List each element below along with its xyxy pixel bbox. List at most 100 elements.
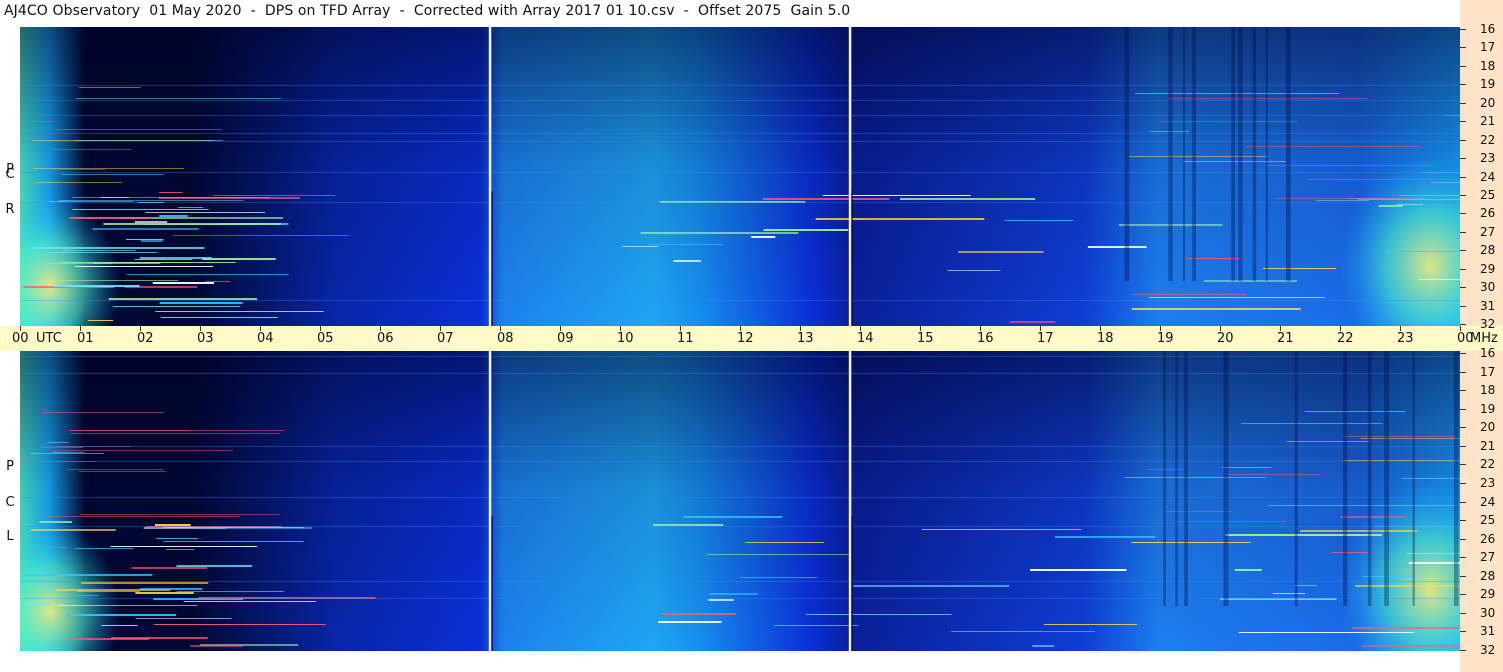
lcp-spectrogram-svg [20, 351, 1460, 651]
freq-tick-0-2 [1460, 287, 1466, 289]
time-label-6: 06 [377, 331, 394, 346]
time-label-11: 11 [677, 331, 694, 346]
freq-tick-0-5 [1460, 231, 1466, 233]
freq-tick-1-7 [1460, 520, 1466, 522]
freq-tick-1-1 [1460, 631, 1466, 633]
freq-label-0-12: 20 [1480, 95, 1496, 110]
freq-label-0-15: 17 [1480, 40, 1496, 55]
freq-tick-0-16 [1460, 29, 1466, 30]
freq-label-0-9: 23 [1480, 151, 1496, 166]
chart-title: AJ4CO Observatory 01 May 2020 - DPS on T… [4, 3, 851, 19]
freq-label-1-0: 32 [1480, 643, 1496, 657]
lcp-letter-c: C [5, 495, 15, 510]
freq-label-1-13: 19 [1480, 401, 1496, 416]
freq-tick-1-16 [1460, 353, 1466, 354]
freq-label-0-5: 27 [1480, 224, 1496, 239]
rcp-spectrogram-svg [20, 27, 1460, 326]
freq-label-1-1: 31 [1480, 624, 1496, 639]
rcp-strip: P C R [0, 27, 20, 326]
time-marker-1 [848, 351, 852, 651]
freq-label-0-4: 28 [1480, 243, 1496, 258]
rcp-spectrogram [20, 27, 1460, 326]
freq-label-1-10: 22 [1480, 457, 1496, 472]
freq-tick-1-9 [1460, 482, 1466, 484]
freq-tick-1-5 [1460, 557, 1466, 559]
freq-tick-0-11 [1460, 121, 1466, 123]
freq-tick-0-4 [1460, 250, 1466, 252]
time-label-12: 12 [737, 331, 754, 346]
time-label-0: 00 [12, 331, 29, 346]
freq-tick-1-14 [1460, 390, 1466, 392]
freq-label-0-14: 18 [1480, 58, 1496, 73]
time-label-8: 08 [497, 331, 514, 346]
freq-tick-1-8 [1460, 501, 1466, 503]
freq-tick-0-12 [1460, 102, 1466, 104]
freq-tick-0-8 [1460, 176, 1466, 178]
freq-label-0-11: 21 [1480, 114, 1496, 129]
time-label-23: 23 [1397, 331, 1414, 346]
freq-label-0-7: 25 [1480, 187, 1496, 202]
freq-tick-1-13 [1460, 408, 1466, 410]
freq-tick-1-6 [1460, 538, 1466, 540]
freq-tick-0-10 [1460, 139, 1466, 141]
freq-label-1-15: 17 [1480, 364, 1496, 379]
utc-label: UTC [36, 331, 62, 346]
freq-tick-1-0 [1460, 650, 1466, 651]
freq-label-1-3: 29 [1480, 587, 1496, 602]
freq-tick-0-0 [1460, 324, 1466, 325]
freq-tick-0-9 [1460, 158, 1466, 160]
rcp-frequency-axis: 32 31 30 29 28 27 26 25 24 23 22 21 20 19 18 17 16 [1460, 0, 1503, 331]
lcp-strip: P C L [0, 351, 20, 651]
freq-tick-1-3 [1460, 594, 1466, 596]
freq-label-1-4: 28 [1480, 568, 1496, 583]
time-label-17: 17 [1037, 331, 1054, 346]
lcp-spectrogram [20, 351, 1460, 651]
time-label-5: 05 [317, 331, 334, 346]
time-label-2: 02 [137, 331, 154, 346]
time-label-9: 09 [557, 331, 574, 346]
time-label-20: 20 [1217, 331, 1234, 346]
time-label-18: 18 [1097, 331, 1114, 346]
lcp-frequency-axis: 32 31 30 29 28 27 26 25 24 23 22 21 20 19 18 17 16 [1460, 346, 1503, 672]
freq-tick-1-15 [1460, 371, 1466, 373]
lcp-letter-l: L [6, 529, 14, 544]
time-label-13: 13 [797, 331, 814, 346]
freq-label-0-13: 19 [1480, 77, 1496, 92]
time-label-7: 07 [437, 331, 454, 346]
time-label-21: 21 [1277, 331, 1294, 346]
time-marker-0 [488, 27, 492, 326]
freq-tick-1-10 [1460, 464, 1466, 466]
rcp-letter-r: R [5, 202, 15, 217]
time-marker-1 [848, 27, 852, 326]
time-label-3: 03 [197, 331, 214, 346]
freq-label-0-8: 24 [1480, 169, 1496, 184]
freq-label-1-8: 24 [1480, 494, 1496, 509]
freq-label-0-10: 22 [1480, 132, 1496, 147]
freq-label-0-2: 30 [1480, 280, 1496, 295]
freq-tick-0-6 [1460, 213, 1466, 215]
freq-tick-0-7 [1460, 194, 1466, 196]
rcp-letter-c: C [5, 167, 15, 182]
freq-label-1-14: 18 [1480, 383, 1496, 398]
freq-tick-0-13 [1460, 84, 1466, 86]
mhz-label: MHz [1470, 331, 1498, 346]
freq-label-1-7: 25 [1480, 513, 1496, 528]
freq-tick-0-14 [1460, 65, 1466, 67]
freq-tick-1-4 [1460, 575, 1466, 577]
time-label-4: 04 [257, 331, 274, 346]
freq-label-0-16: 16 [1480, 22, 1496, 36]
freq-tick-1-2 [1460, 612, 1466, 614]
time-label-16: 16 [977, 331, 994, 346]
time-marker-0 [488, 351, 492, 651]
freq-tick-1-11 [1460, 445, 1466, 447]
freq-label-1-16: 16 [1480, 346, 1496, 360]
freq-tick-0-3 [1460, 268, 1466, 270]
freq-label-1-12: 20 [1480, 420, 1496, 435]
time-label-1: 01 [77, 331, 94, 346]
freq-tick-0-1 [1460, 305, 1466, 307]
spectrogram-app: AJ4CO Observatory 01 May 2020 - DPS on T… [0, 0, 1503, 672]
freq-tick-0-15 [1460, 47, 1466, 49]
freq-label-0-0: 32 [1480, 317, 1496, 331]
time-label-10: 10 [617, 331, 634, 346]
freq-label-1-11: 21 [1480, 438, 1496, 453]
